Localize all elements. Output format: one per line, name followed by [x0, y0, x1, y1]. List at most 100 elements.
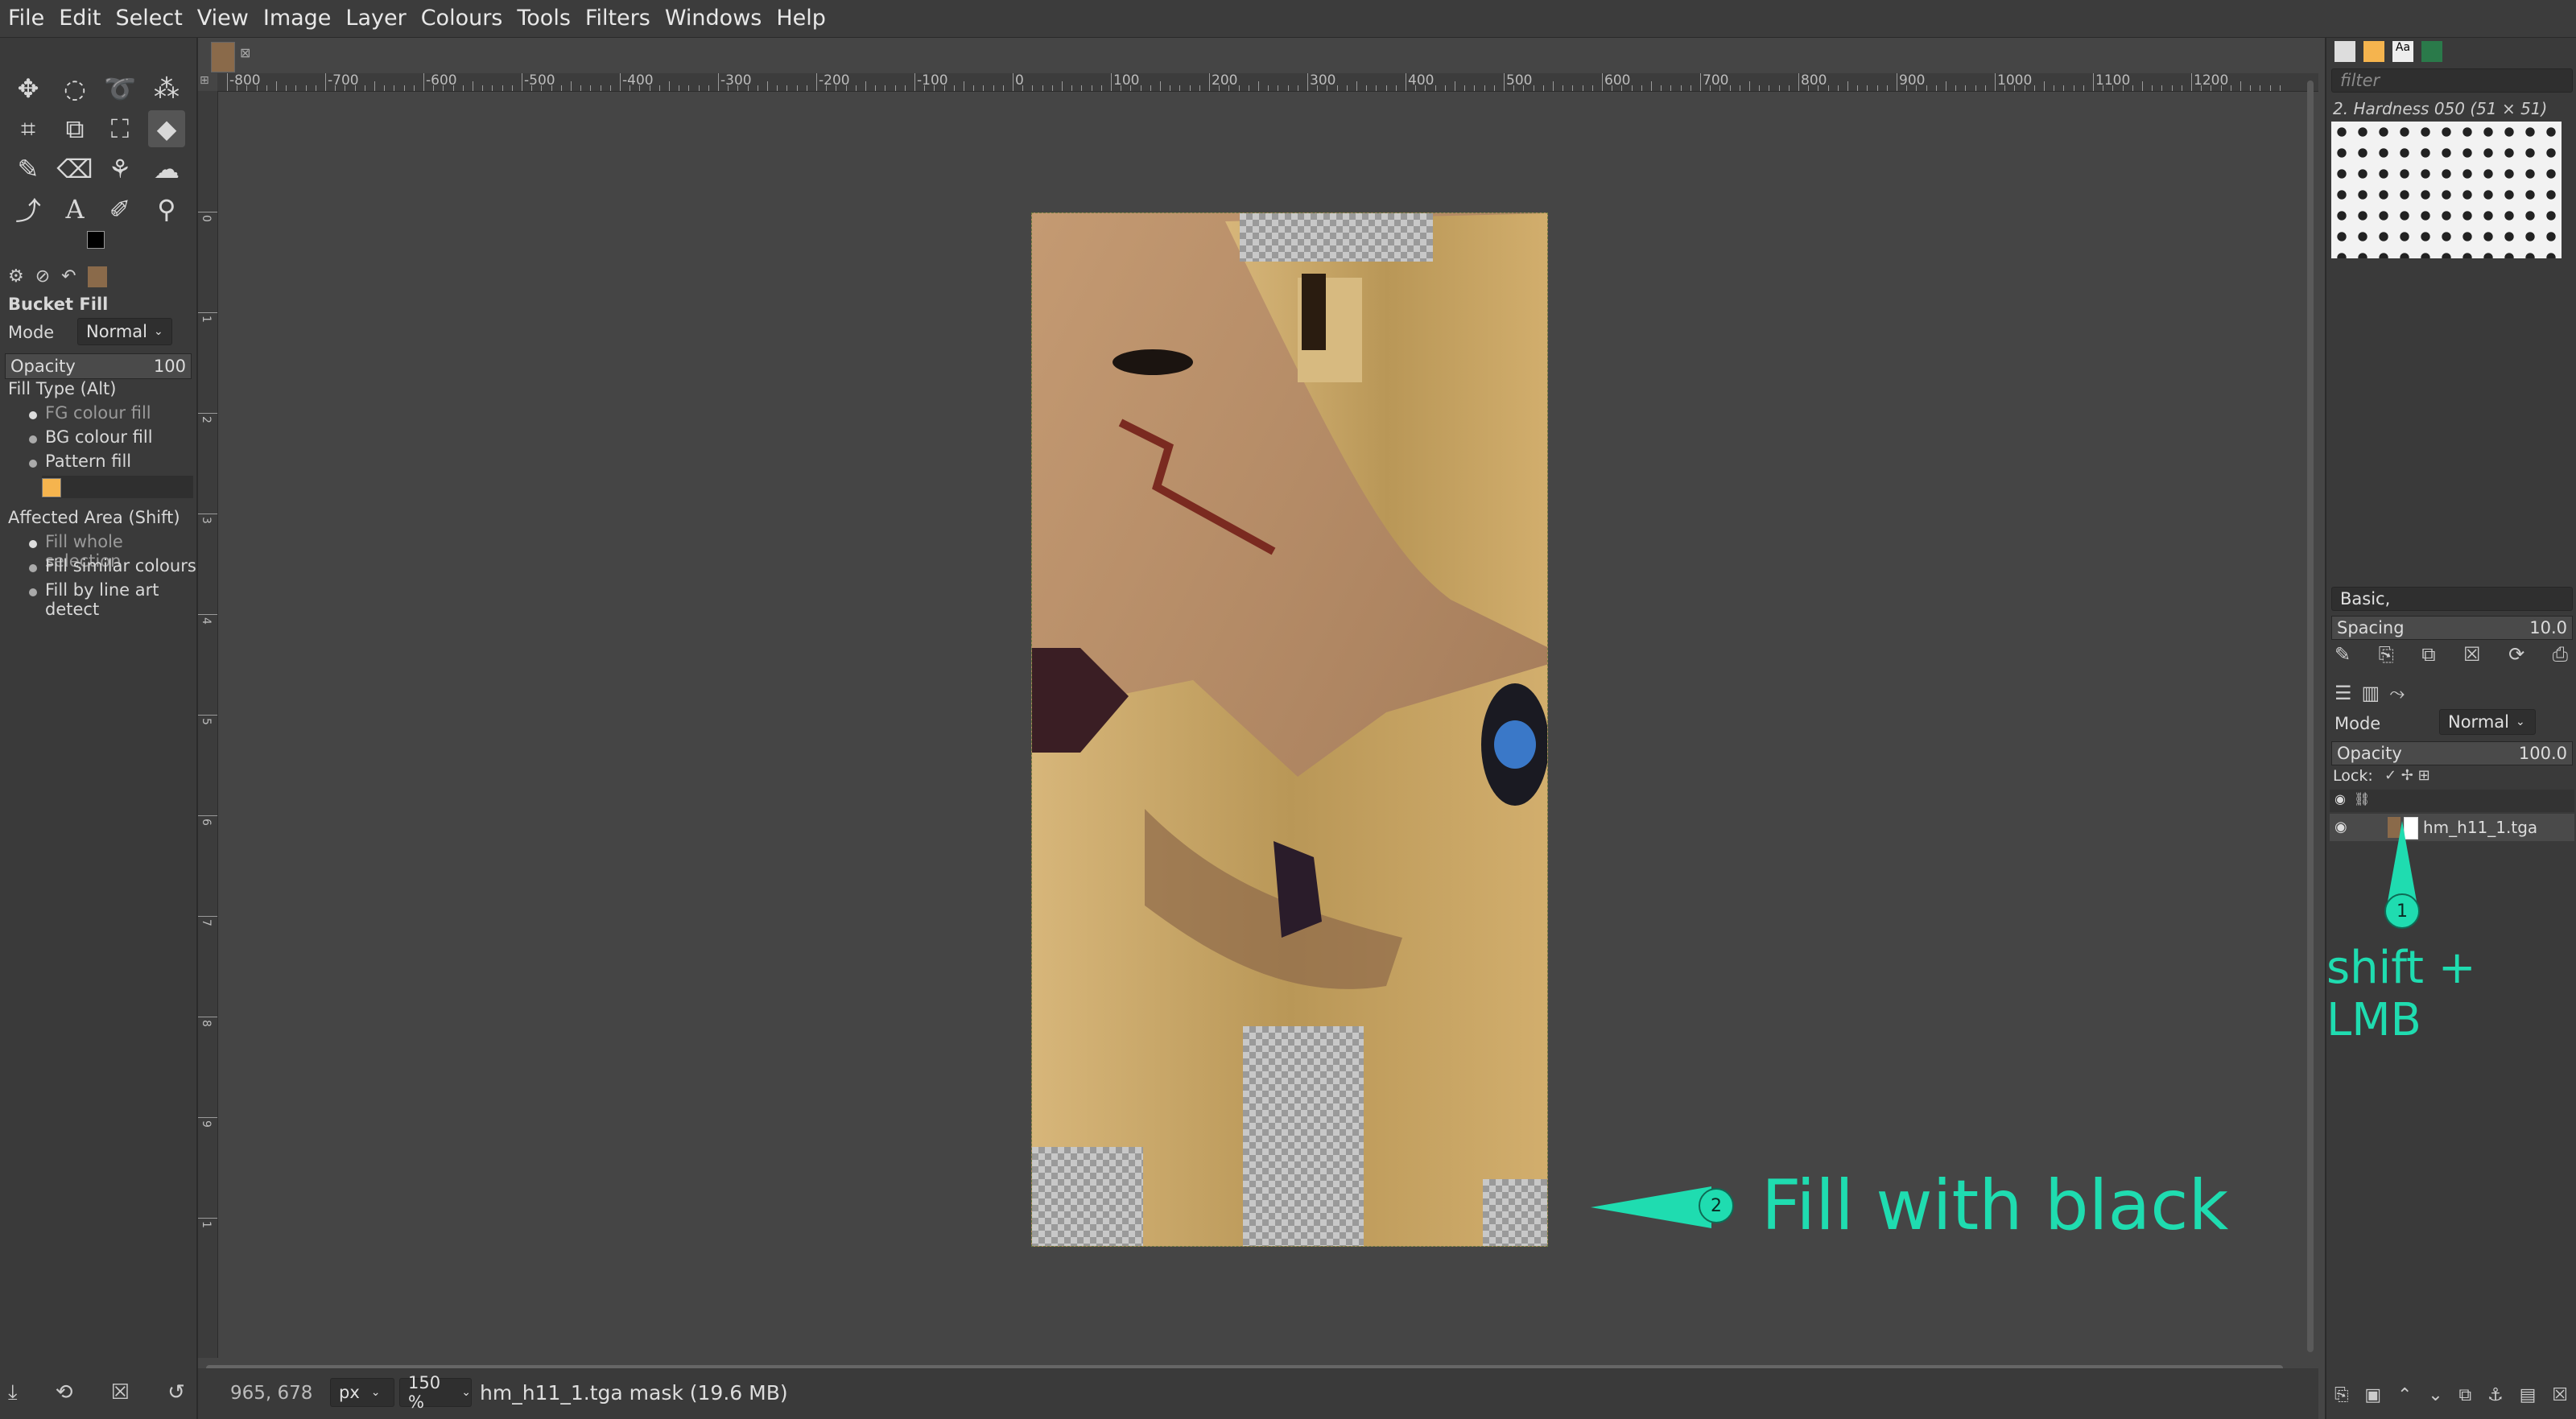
- opacity-slider[interactable]: Opacity 100: [5, 353, 192, 379]
- menu-image[interactable]: Image: [256, 0, 339, 37]
- reset-options-icon[interactable]: ↺: [167, 1380, 185, 1413]
- ruler-minor-tick: [708, 85, 709, 91]
- ruler-minor-tick: [688, 85, 690, 91]
- ruler-tick: [1111, 73, 1112, 91]
- tool-options-tab-icon[interactable]: ⚙: [8, 266, 24, 291]
- ruler-corner-icon[interactable]: ⊞: [200, 74, 209, 87]
- image-tab-thumbnail[interactable]: [211, 42, 235, 72]
- unified-transform-icon[interactable]: ⧉: [56, 110, 93, 147]
- menu-view[interactable]: View: [190, 0, 256, 37]
- color-picker-icon[interactable]: ✐: [101, 191, 138, 228]
- pattern-selector[interactable]: [42, 476, 193, 498]
- menu-tools[interactable]: Tools: [510, 0, 578, 37]
- brush-preset-select[interactable]: Basic,: [2331, 587, 2573, 611]
- raise-layer-icon[interactable]: ⌃: [2397, 1385, 2412, 1414]
- text-tool-icon[interactable]: A: [56, 191, 93, 228]
- ruler-tick: [227, 73, 228, 91]
- document-history-tab-icon[interactable]: [2421, 41, 2442, 62]
- spacing-slider[interactable]: Spacing 10.0: [2331, 616, 2573, 640]
- ruler-minor-tick: [1376, 85, 1377, 91]
- anchor-layer-icon[interactable]: ⚓: [2487, 1385, 2504, 1414]
- undo-history-tab-icon[interactable]: ↶: [61, 266, 76, 291]
- edit-brush-icon[interactable]: ✎: [2334, 643, 2351, 672]
- ruler-minor-tick: [286, 85, 287, 91]
- duplicate-brush-icon[interactable]: ⧉: [2421, 643, 2435, 672]
- mode-select[interactable]: Normal ⌄: [77, 318, 172, 345]
- new-layer-icon[interactable]: ⎘: [2334, 1385, 2349, 1414]
- eraser-icon[interactable]: ⌫: [56, 151, 93, 188]
- free-select-icon[interactable]: ➰: [101, 70, 138, 107]
- menu-colours[interactable]: Colours: [414, 0, 510, 37]
- fill-similar-radio[interactable]: [29, 564, 37, 572]
- images-tab-icon[interactable]: [87, 266, 107, 287]
- menu-filters[interactable]: Filters: [578, 0, 658, 37]
- delete-brush-icon[interactable]: ☒: [2463, 643, 2481, 672]
- bucket-fill-icon[interactable]: ◆: [148, 110, 185, 147]
- fill-lineart-radio[interactable]: [29, 588, 37, 596]
- layer-opacity-slider[interactable]: Opacity 100.0: [2331, 741, 2573, 765]
- new-group-icon[interactable]: ▣: [2364, 1385, 2381, 1414]
- paintbrush-icon[interactable]: ✎: [10, 151, 47, 188]
- ruler-minor-tick: [2250, 85, 2252, 91]
- lower-layer-icon[interactable]: ⌄: [2428, 1385, 2442, 1414]
- clone-tool-icon[interactable]: ⚘: [101, 151, 138, 188]
- layer-row[interactable]: ◉ hm_h11_1.tga: [2330, 814, 2574, 841]
- ruler-tick: [816, 73, 817, 91]
- menu-layer[interactable]: Layer: [338, 0, 413, 37]
- annotation-step-1-badge: 1: [2384, 893, 2420, 929]
- brush-grid[interactable]: [2331, 122, 2562, 258]
- ruler-minor-tick: [1160, 81, 1161, 91]
- brushes-tab-icon[interactable]: [2334, 41, 2355, 62]
- device-status-tab-icon[interactable]: ⊘: [35, 266, 50, 291]
- duplicate-layer-icon[interactable]: ⧉: [2459, 1385, 2472, 1414]
- zoom-tool-icon[interactable]: ⚲: [148, 191, 185, 228]
- ruler-minor-tick: [1965, 85, 1967, 91]
- fuzzy-select-icon[interactable]: ⁂: [148, 70, 185, 107]
- move-tool-icon[interactable]: ✥: [10, 70, 47, 107]
- delete-options-icon[interactable]: ☒: [111, 1380, 130, 1413]
- ruler-minor-tick: [658, 85, 660, 91]
- lock-icons[interactable]: ✓ ✢ ⊞: [2384, 767, 2430, 784]
- foreground-color-swatch[interactable]: [87, 231, 105, 249]
- close-tab-icon[interactable]: ⊠: [240, 45, 250, 60]
- menu-help[interactable]: Help: [769, 0, 833, 37]
- pattern-fill-radio[interactable]: [29, 460, 37, 468]
- channels-tab-icon[interactable]: ▥: [2362, 682, 2380, 709]
- menu-file[interactable]: File: [0, 0, 52, 37]
- layers-tab-icon[interactable]: ☰: [2334, 682, 2352, 709]
- new-brush-icon[interactable]: ⎘: [2379, 643, 2394, 672]
- paths-tool-icon[interactable]: ⤴: [10, 191, 47, 228]
- brush-filter-input[interactable]: filter: [2331, 68, 2573, 93]
- fg-fill-radio[interactable]: [29, 411, 37, 419]
- fonts-tab-icon[interactable]: Aa: [2392, 41, 2413, 62]
- save-options-icon[interactable]: ⤓: [8, 1380, 18, 1413]
- menu-windows[interactable]: Windows: [658, 0, 770, 37]
- smudge-icon[interactable]: ☁: [148, 151, 185, 188]
- transparent-region: [1483, 1179, 1547, 1246]
- refresh-brushes-icon[interactable]: ⟳: [2508, 643, 2524, 672]
- warp-transform-icon[interactable]: ⛶: [101, 110, 138, 147]
- ruler-label: 100: [1113, 73, 1140, 89]
- bg-fill-radio[interactable]: [29, 435, 37, 443]
- unit-select[interactable]: px ⌄: [330, 1378, 394, 1407]
- restore-options-icon[interactable]: ⟲: [56, 1380, 73, 1413]
- patterns-tab-icon[interactable]: [2363, 41, 2384, 62]
- vertical-scrollbar[interactable]: [2307, 80, 2314, 1352]
- ruler-minor-tick: [580, 85, 582, 91]
- paths-tab-icon[interactable]: ⤳: [2389, 682, 2405, 709]
- delete-layer-icon[interactable]: ☒: [2552, 1385, 2568, 1414]
- open-brush-icon[interactable]: ⎙: [2553, 643, 2568, 672]
- zoom-select[interactable]: 150 % ⌄: [399, 1373, 472, 1412]
- fill-selection-radio[interactable]: [29, 540, 37, 548]
- image-canvas[interactable]: [1031, 212, 1548, 1247]
- layer-mode-select[interactable]: Normal ⌄: [2439, 709, 2536, 735]
- menu-edit[interactable]: Edit: [52, 0, 108, 37]
- mask-icon[interactable]: ▤: [2520, 1385, 2537, 1414]
- menu-select[interactable]: Select: [108, 0, 189, 37]
- eye-icon[interactable]: ◉: [2334, 819, 2347, 835]
- crop-tool-icon[interactable]: ⌗: [10, 110, 47, 147]
- ruler-tick: [1995, 73, 1996, 91]
- ruler-minor-tick: [2063, 85, 2065, 91]
- ruler-minor-tick: [413, 85, 415, 91]
- ellipse-select-icon[interactable]: ◌: [56, 70, 93, 107]
